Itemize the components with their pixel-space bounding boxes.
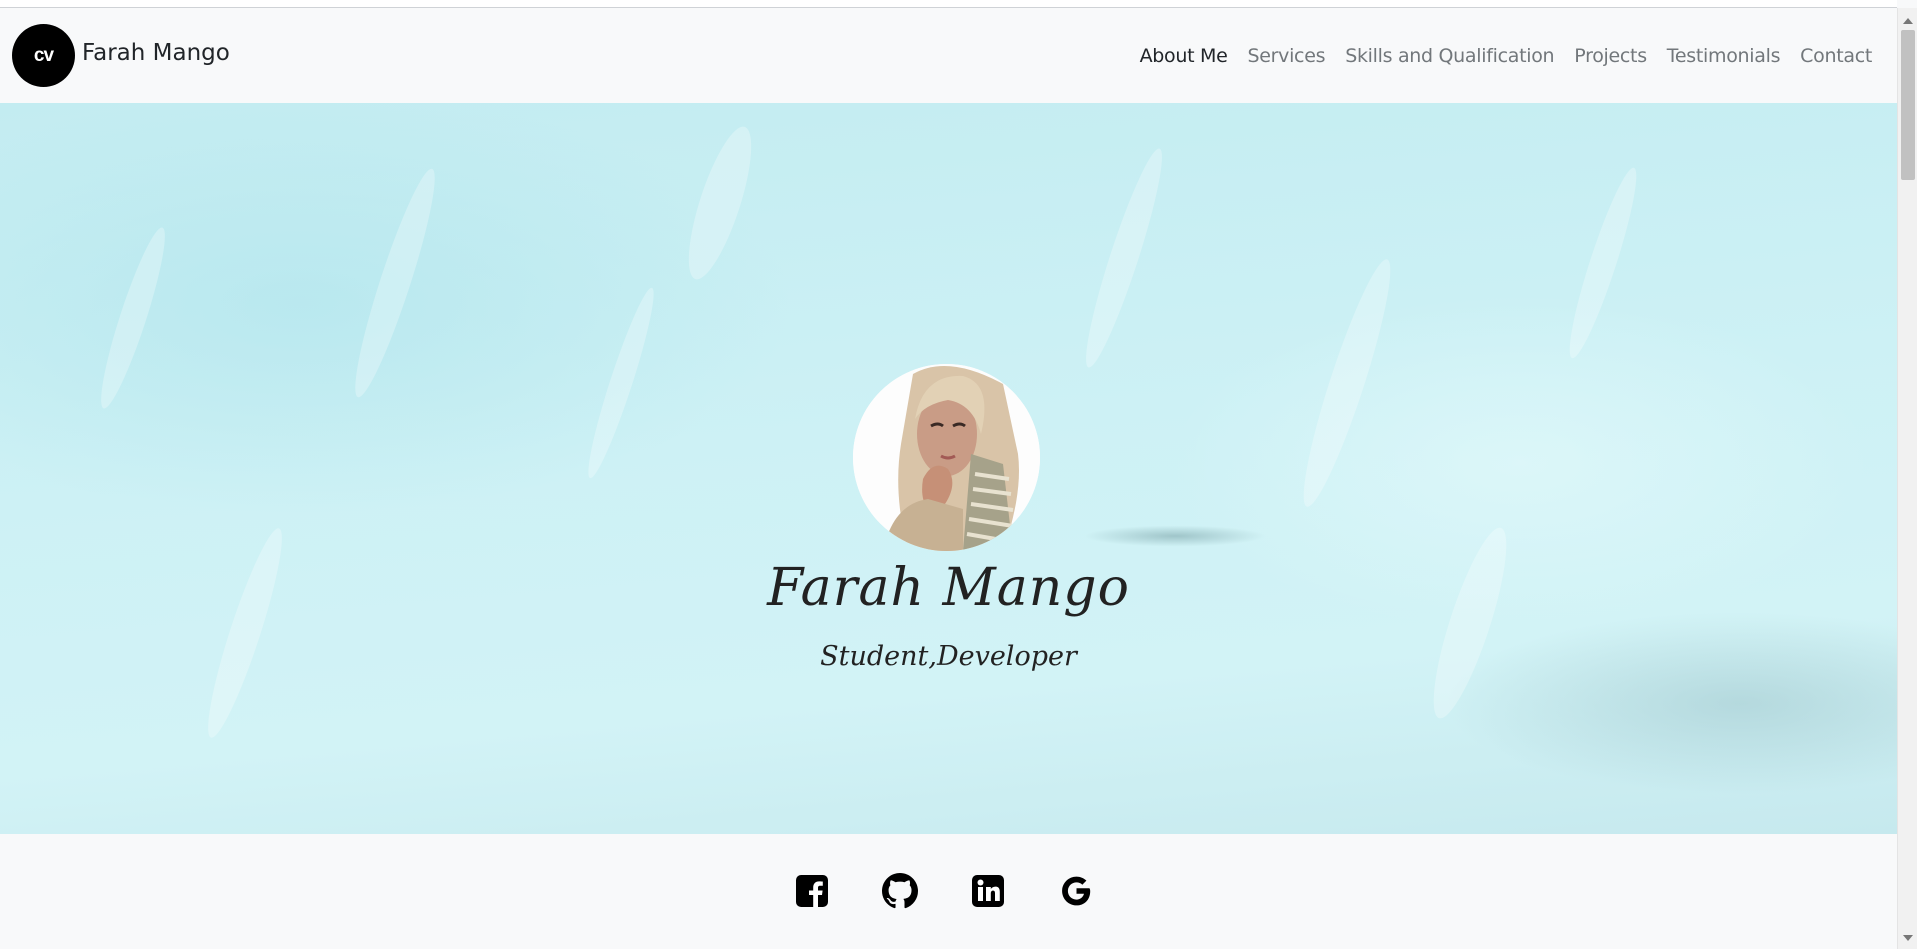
watercolor-streak bbox=[579, 284, 663, 482]
page-scrollbar[interactable] bbox=[1897, 8, 1917, 949]
watercolor-streak bbox=[1075, 144, 1173, 372]
scroll-up-arrow-icon[interactable] bbox=[1903, 18, 1913, 24]
hero-section: Farah Mango Student,Developer bbox=[0, 103, 1897, 834]
nav-services[interactable]: Services bbox=[1247, 45, 1325, 67]
social-icons bbox=[794, 873, 1094, 909]
navbar: cv Farah Mango About Me Services Skills … bbox=[0, 8, 1897, 103]
cv-logo: cv bbox=[12, 24, 75, 87]
nav-about-me[interactable]: About Me bbox=[1140, 45, 1228, 67]
watercolor-streak bbox=[1290, 254, 1404, 512]
profile-photo bbox=[853, 364, 1040, 551]
watercolor-streak bbox=[1559, 163, 1647, 363]
linkedin-link[interactable] bbox=[970, 873, 1006, 909]
google-link[interactable] bbox=[1058, 873, 1094, 909]
github-icon bbox=[882, 873, 918, 909]
watercolor-streak bbox=[676, 120, 764, 286]
scroll-thumb[interactable] bbox=[1901, 30, 1915, 180]
nav-links: About Me Services Skills and Qualificati… bbox=[1140, 45, 1873, 67]
facebook-link[interactable] bbox=[794, 873, 830, 909]
scroll-down-arrow-icon[interactable] bbox=[1903, 935, 1913, 941]
nav-skills[interactable]: Skills and Qualification bbox=[1345, 45, 1554, 67]
nav-projects[interactable]: Projects bbox=[1574, 45, 1647, 67]
social-links-section bbox=[0, 834, 1897, 949]
facebook-icon bbox=[796, 875, 828, 907]
watercolor-streak bbox=[1420, 521, 1520, 725]
browser-top-edge bbox=[0, 0, 1897, 8]
hero-name: Farah Mango bbox=[767, 558, 1130, 618]
linkedin-icon bbox=[972, 875, 1004, 907]
nav-contact[interactable]: Contact bbox=[1800, 45, 1872, 67]
brand-name: Farah Mango bbox=[82, 39, 230, 66]
hero-tagline: Student,Developer bbox=[820, 641, 1077, 672]
github-link[interactable] bbox=[882, 873, 918, 909]
watercolor-streak bbox=[343, 164, 447, 402]
google-icon bbox=[1062, 876, 1091, 906]
watercolor-streak bbox=[196, 523, 294, 743]
nav-testimonials[interactable]: Testimonials bbox=[1667, 45, 1781, 67]
brand-link[interactable]: cv Farah Mango bbox=[12, 24, 230, 87]
profile-portrait-icon bbox=[853, 364, 1040, 551]
watercolor-streak bbox=[91, 223, 175, 413]
